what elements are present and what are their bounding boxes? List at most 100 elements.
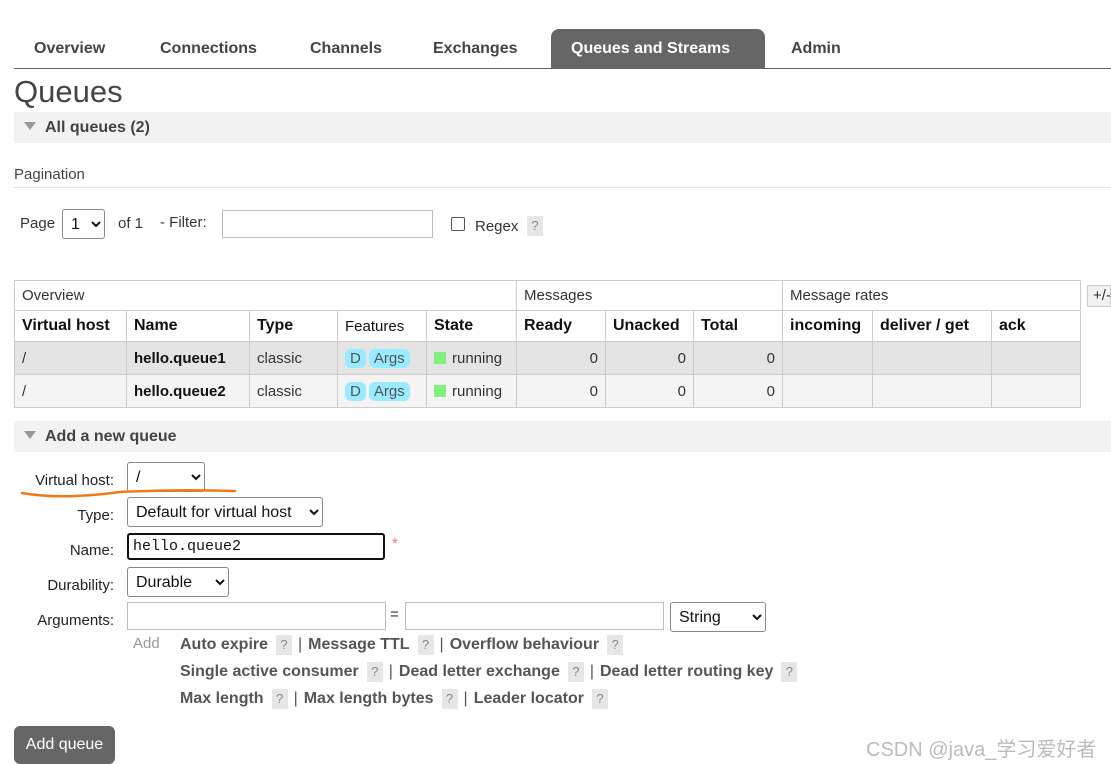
hint-dead-letter-routing-key[interactable]: Dead letter routing key bbox=[600, 663, 773, 680]
table-row[interactable]: / hello.queue1 classic D Args running 0 0… bbox=[14, 341, 1081, 375]
separator: | bbox=[293, 690, 298, 707]
max-length-bytes-help-icon[interactable]: ? bbox=[441, 689, 458, 709]
argument-hints-row-2: Single active consumer? | Dead letter exch… bbox=[180, 662, 798, 682]
cell-features: D Args bbox=[337, 341, 427, 375]
hint-message-ttl[interactable]: Message TTL bbox=[308, 636, 409, 653]
durability-select[interactable]: Durable bbox=[127, 567, 229, 597]
tab-channels[interactable]: Channels bbox=[290, 29, 402, 68]
cell-type: classic bbox=[249, 374, 338, 408]
argument-key-input[interactable] bbox=[127, 602, 386, 630]
add-argument-link[interactable]: Add bbox=[133, 635, 160, 652]
col-state[interactable]: State bbox=[426, 310, 517, 342]
cell-queue-name-link[interactable]: hello.queue2 bbox=[126, 374, 250, 408]
cell-incoming bbox=[782, 374, 873, 408]
hint-single-active-consumer[interactable]: Single active consumer bbox=[180, 663, 359, 680]
collapse-triangle-icon bbox=[24, 121, 36, 130]
feature-args-tag: Args bbox=[368, 381, 410, 401]
add-queue-button[interactable]: Add queue bbox=[14, 726, 115, 764]
vhost-label: Virtual host: bbox=[35, 472, 114, 489]
overflow-help-icon[interactable]: ? bbox=[607, 635, 624, 655]
filter-input[interactable] bbox=[222, 210, 433, 238]
cell-ack bbox=[991, 341, 1081, 375]
group-message-rates: Message rates bbox=[782, 280, 1081, 311]
max-length-help-icon[interactable]: ? bbox=[271, 689, 288, 709]
argument-equals: = bbox=[390, 606, 399, 623]
hint-max-length[interactable]: Max length bbox=[180, 690, 264, 707]
separator: | bbox=[439, 636, 444, 653]
separator: | bbox=[388, 663, 393, 680]
page-title: Queues bbox=[14, 74, 123, 109]
col-virtual-host[interactable]: Virtual host bbox=[14, 310, 127, 342]
tab-admin[interactable]: Admin bbox=[771, 29, 861, 68]
add-queue-toggle[interactable]: Add a new queue bbox=[14, 421, 1111, 452]
pagination-title: Pagination bbox=[14, 166, 1111, 188]
column-toggle-button[interactable]: +/- bbox=[1087, 285, 1111, 307]
table-row[interactable]: / hello.queue2 classic D Args running 0 0… bbox=[14, 374, 1081, 408]
cell-unacked: 0 bbox=[605, 341, 694, 375]
durability-label: Durability: bbox=[47, 577, 114, 594]
hint-leader-locator[interactable]: Leader locator bbox=[474, 690, 584, 707]
hint-overflow-behaviour[interactable]: Overflow behaviour bbox=[450, 636, 599, 653]
running-status-icon bbox=[434, 384, 446, 397]
col-features: Features bbox=[337, 310, 427, 342]
regex-help-icon[interactable]: ? bbox=[527, 216, 543, 236]
cell-ready: 0 bbox=[516, 374, 606, 408]
queue-name-input[interactable] bbox=[127, 533, 385, 560]
cell-deliver-get bbox=[872, 374, 992, 408]
tab-overview[interactable]: Overview bbox=[14, 29, 125, 68]
required-asterisk: * bbox=[392, 535, 398, 552]
tab-connections[interactable]: Connections bbox=[140, 29, 277, 68]
dlx-help-icon[interactable]: ? bbox=[567, 662, 584, 682]
single-active-help-icon[interactable]: ? bbox=[366, 662, 383, 682]
separator: | bbox=[298, 636, 303, 653]
feature-durable-tag: D bbox=[345, 381, 366, 401]
col-name[interactable]: Name bbox=[126, 310, 250, 342]
argument-value-input[interactable] bbox=[405, 602, 664, 630]
main-nav: Overview Connections Channels Exchanges … bbox=[14, 29, 1111, 69]
col-type[interactable]: Type bbox=[249, 310, 338, 342]
hint-auto-expire[interactable]: Auto expire bbox=[180, 636, 268, 653]
col-incoming[interactable]: incoming bbox=[782, 310, 873, 342]
feature-args-tag: Args bbox=[368, 348, 410, 368]
dlrk-help-icon[interactable]: ? bbox=[781, 662, 798, 682]
regex-checkbox[interactable] bbox=[451, 217, 465, 231]
table-group-header: Overview Messages Message rates bbox=[14, 280, 1081, 311]
collapse-triangle-icon bbox=[24, 430, 36, 439]
all-queues-label: All queues (2) bbox=[45, 119, 150, 136]
arguments-label: Arguments: bbox=[37, 612, 114, 629]
queues-table: Overview Messages Message rates Virtual … bbox=[14, 280, 1081, 408]
group-messages: Messages bbox=[516, 280, 783, 311]
cell-ack bbox=[991, 374, 1081, 408]
message-ttl-help-icon[interactable]: ? bbox=[417, 635, 434, 655]
tab-exchanges[interactable]: Exchanges bbox=[413, 29, 537, 68]
cell-deliver-get bbox=[872, 341, 992, 375]
col-ack[interactable]: ack bbox=[991, 310, 1081, 342]
add-queue-section-label: Add a new queue bbox=[45, 428, 177, 445]
col-total[interactable]: Total bbox=[693, 310, 783, 342]
cell-queue-name-link[interactable]: hello.queue1 bbox=[126, 341, 250, 375]
state-text: running bbox=[452, 382, 503, 400]
tab-queues-and-streams[interactable]: Queues and Streams bbox=[551, 29, 765, 68]
cell-vhost: / bbox=[14, 374, 127, 408]
leader-locator-help-icon[interactable]: ? bbox=[591, 689, 608, 709]
cell-unacked: 0 bbox=[605, 374, 694, 408]
page-select[interactable]: 1 bbox=[62, 209, 105, 239]
table-column-header: Virtual host Name Type Features State Re… bbox=[14, 310, 1081, 342]
hint-max-length-bytes[interactable]: Max length bytes bbox=[304, 690, 434, 707]
filter-label: - Filter: bbox=[160, 214, 207, 231]
all-queues-toggle[interactable]: All queues (2) bbox=[14, 112, 1111, 143]
col-deliver-get[interactable]: deliver / get bbox=[872, 310, 992, 342]
cell-state: running bbox=[426, 341, 517, 375]
cell-total: 0 bbox=[693, 341, 783, 375]
cell-incoming bbox=[782, 341, 873, 375]
cell-ready: 0 bbox=[516, 341, 606, 375]
argument-type-select[interactable]: String bbox=[670, 602, 766, 632]
queue-type-select[interactable]: Default for virtual host bbox=[127, 497, 323, 527]
auto-expire-help-icon[interactable]: ? bbox=[276, 635, 293, 655]
vhost-select[interactable]: / bbox=[127, 462, 205, 492]
cell-type: classic bbox=[249, 341, 338, 375]
group-overview: Overview bbox=[14, 280, 517, 311]
col-ready[interactable]: Ready bbox=[516, 310, 606, 342]
hint-dead-letter-exchange[interactable]: Dead letter exchange bbox=[399, 663, 560, 680]
col-unacked[interactable]: Unacked bbox=[605, 310, 694, 342]
